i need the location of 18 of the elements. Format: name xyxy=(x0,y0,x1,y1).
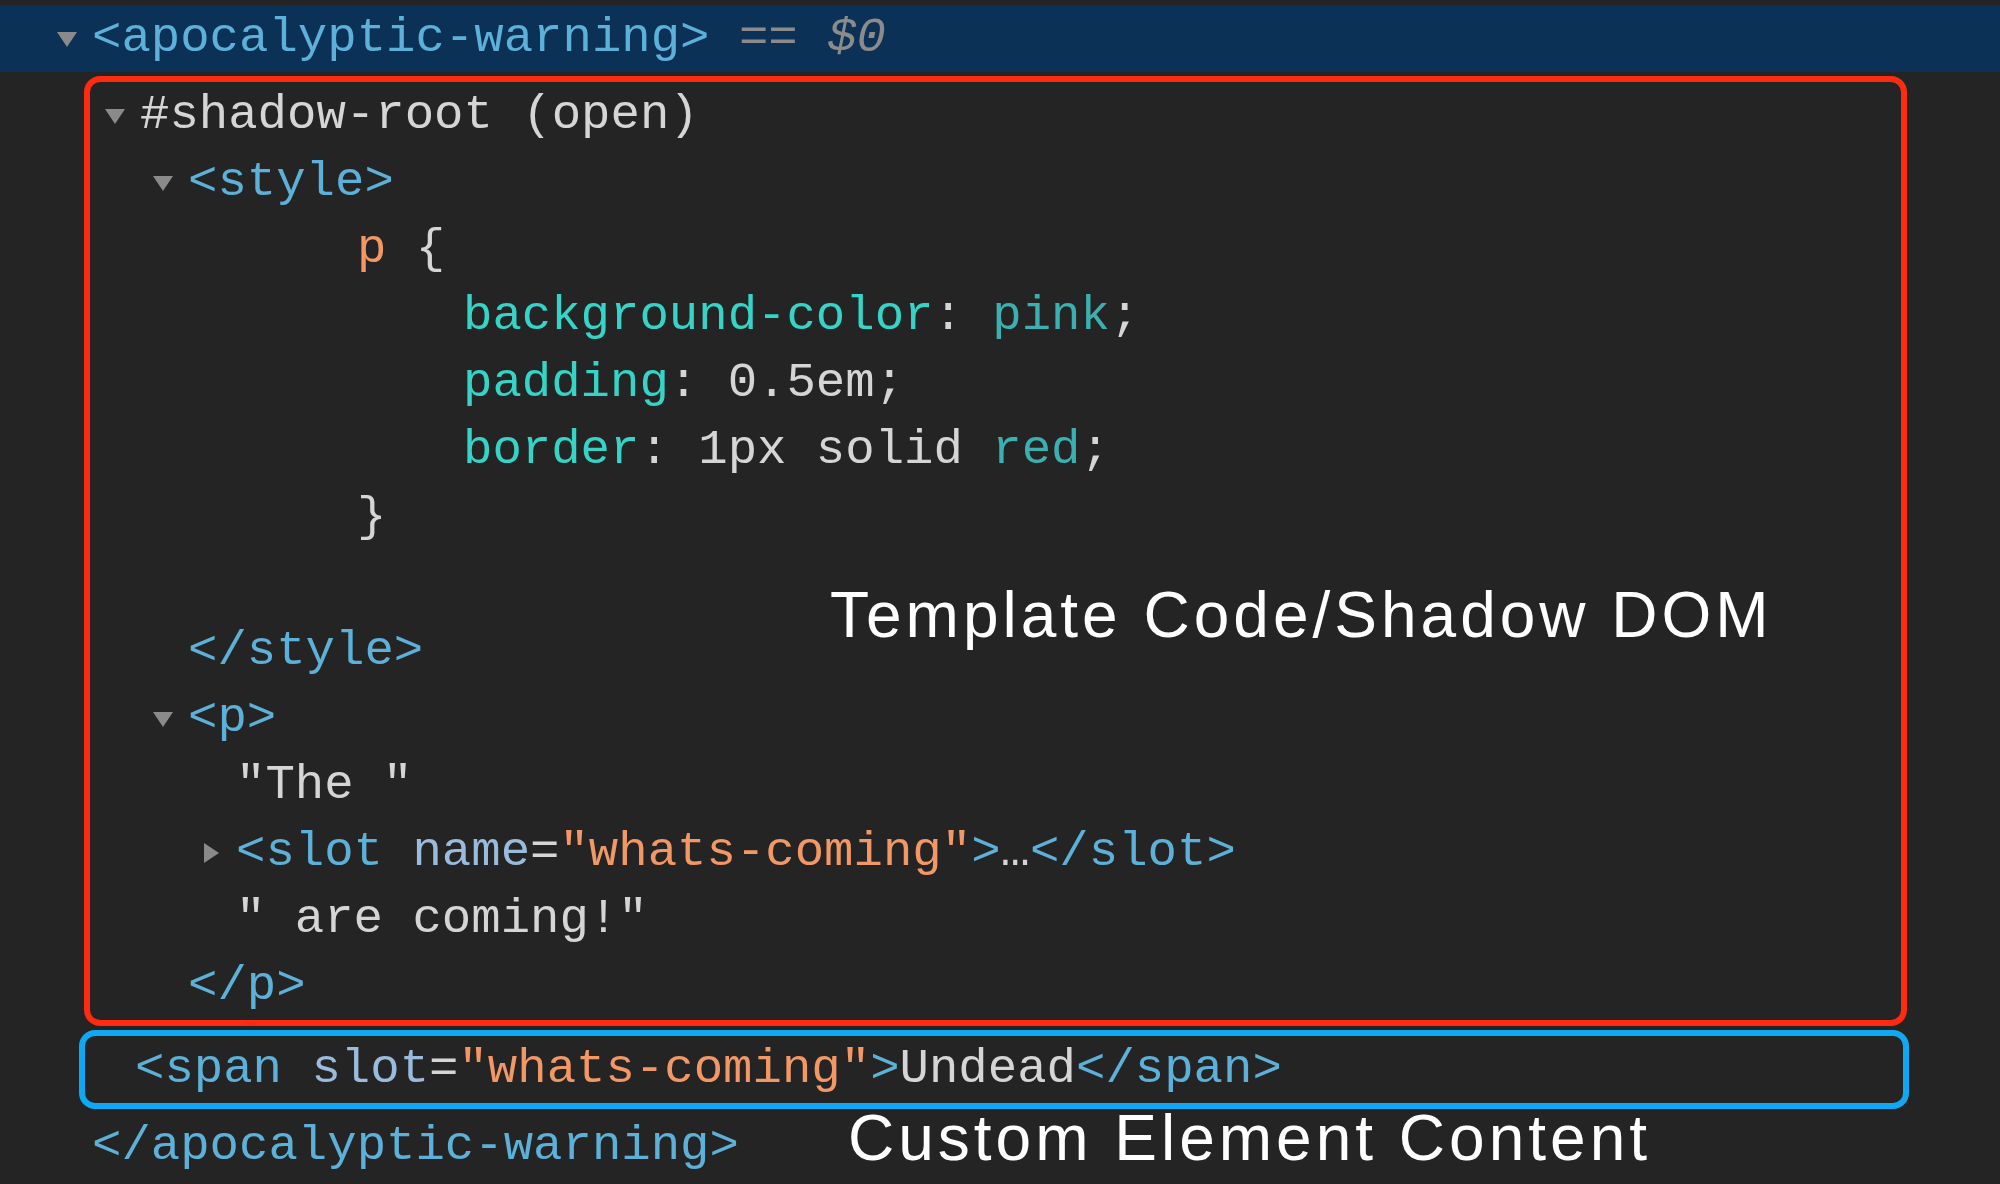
code-line[interactable]: } xyxy=(357,484,387,551)
code-line[interactable]: <span slot="whats-coming">Undead</span> xyxy=(135,1036,1282,1103)
annotation-label: Custom Element Content xyxy=(848,1105,1651,1173)
code-line[interactable]: "The " xyxy=(236,752,413,819)
code-line[interactable]: <slot name="whats-coming">…</slot> xyxy=(236,819,1236,886)
code-line[interactable]: padding: 0.5em; xyxy=(463,350,905,417)
code-line[interactable]: " are coming!" xyxy=(236,886,648,953)
code-line[interactable]: background-color: pink; xyxy=(463,283,1140,350)
code-line[interactable]: <apocalyptic-warning> == $0 xyxy=(92,5,886,72)
code-line[interactable]: p { xyxy=(357,216,446,283)
code-line[interactable]: </apocalyptic-warning> xyxy=(92,1113,739,1180)
code-line[interactable]: </style> xyxy=(188,618,424,685)
code-line[interactable]: border: 1px solid red; xyxy=(463,417,1110,484)
annotation-label: Template Code/Shadow DOM xyxy=(830,582,1773,650)
code-line[interactable]: <style> xyxy=(188,149,394,216)
code-line[interactable]: #shadow-root (open) xyxy=(140,82,699,149)
code-line[interactable]: </p> xyxy=(188,953,306,1020)
code-line[interactable]: <p> xyxy=(188,685,277,752)
